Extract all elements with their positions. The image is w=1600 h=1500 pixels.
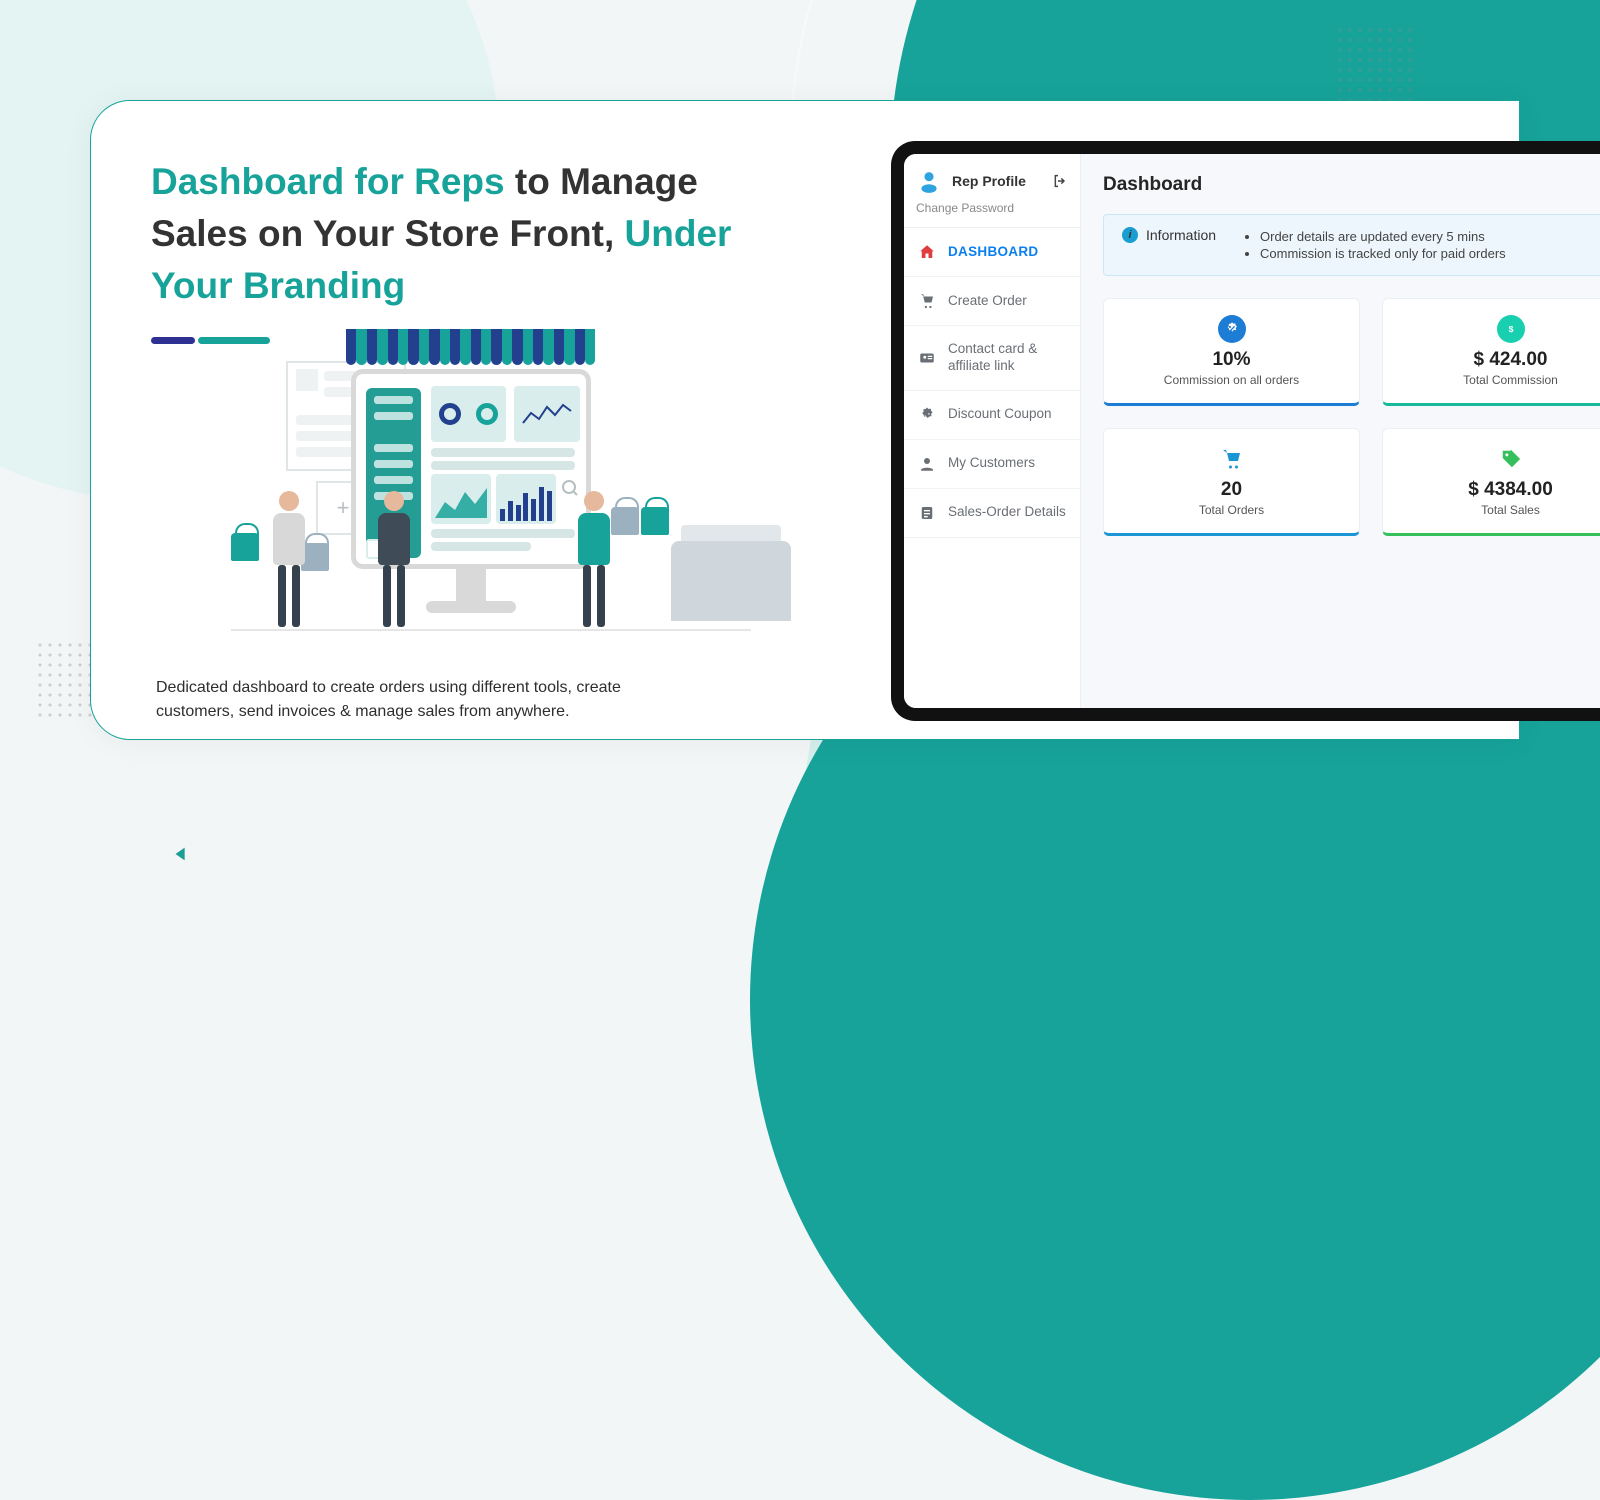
profile-header[interactable]: Rep Profile: [904, 154, 1080, 198]
nav-label: My Customers: [948, 455, 1035, 472]
nav-contact-card[interactable]: Contact card & affiliate link: [904, 326, 1080, 391]
nav-sales-order[interactable]: Sales-Order Details: [904, 489, 1080, 538]
stat-total-sales: $ 4384.00 Total Sales: [1382, 428, 1600, 536]
stat-grid: 10% Commission on all orders $ $ 424.00 …: [1103, 298, 1600, 536]
stat-value: $ 4384.00: [1393, 479, 1600, 501]
stat-commission-rate: 10% Commission on all orders: [1103, 298, 1360, 406]
page-title: Dashboard: [1103, 174, 1600, 196]
bag-icon: [231, 533, 259, 561]
cart-icon: [1218, 445, 1246, 473]
profile-label: Rep Profile: [952, 173, 1042, 189]
change-password-link[interactable]: Change Password: [904, 198, 1080, 228]
prev-arrow[interactable]: [170, 843, 192, 865]
device-frame: Rep Profile Change Password DASHBOARD Cr…: [891, 141, 1600, 721]
stat-total-commission: $ $ 424.00 Total Commission: [1382, 298, 1600, 406]
main-content: Dashboard i Information Order details ar…: [1081, 154, 1600, 708]
nav-dashboard[interactable]: DASHBOARD: [904, 228, 1080, 277]
stat-value: 10%: [1114, 349, 1349, 371]
stat-total-orders: 20 Total Orders: [1103, 428, 1360, 536]
nav-label: Discount Coupon: [948, 406, 1052, 423]
nav-label: Contact card & affiliate link: [948, 341, 1066, 375]
hero-part1: Dashboard for Reps: [151, 161, 505, 202]
nav-label: Sales-Order Details: [948, 504, 1066, 521]
info-icon: i: [1122, 227, 1138, 243]
info-banner: i Information Order details are updated …: [1103, 214, 1600, 276]
svg-text:$: $: [1508, 324, 1513, 334]
cart-icon: [918, 292, 936, 310]
person-icon: [566, 491, 622, 631]
nav-create-order[interactable]: Create Order: [904, 277, 1080, 326]
stat-label: Total Orders: [1114, 503, 1349, 517]
nav-discount[interactable]: Discount Coupon: [904, 391, 1080, 440]
discount-icon: [918, 406, 936, 424]
dollar-icon: $: [1497, 315, 1525, 343]
app-screen: Rep Profile Change Password DASHBOARD Cr…: [904, 154, 1600, 708]
content-card: Dashboard for Reps to Manage Sales on Yo…: [90, 100, 1520, 740]
avatar-icon: [916, 168, 942, 194]
stat-label: Commission on all orders: [1114, 373, 1349, 387]
hero-heading: Dashboard for Reps to Manage Sales on Yo…: [151, 156, 741, 344]
awning-icon: [346, 329, 596, 369]
person-icon: [366, 491, 422, 631]
info-list: Order details are updated every 5 mins C…: [1242, 227, 1506, 263]
list-icon: [918, 504, 936, 522]
stat-label: Total Commission: [1393, 373, 1600, 387]
stat-value: 20: [1114, 479, 1349, 501]
person-icon: [261, 491, 317, 631]
nav-customers[interactable]: My Customers: [904, 440, 1080, 489]
info-label: Information: [1146, 227, 1216, 243]
illustration: +: [231, 351, 731, 641]
nav-label: DASHBOARD: [948, 244, 1038, 261]
id-card-icon: [918, 349, 936, 367]
info-item: Commission is tracked only for paid orde…: [1260, 246, 1506, 261]
description-text: Dedicated dashboard to create orders usi…: [156, 676, 656, 724]
dot-grid: [1335, 25, 1415, 105]
logout-icon[interactable]: [1052, 173, 1068, 189]
info-item: Order details are updated every 5 mins: [1260, 229, 1506, 244]
home-icon: [918, 243, 936, 261]
counter-icon: [671, 541, 791, 621]
stat-value: $ 424.00: [1393, 349, 1600, 371]
stat-label: Total Sales: [1393, 503, 1600, 517]
nav-label: Create Order: [948, 293, 1027, 310]
sidebar: Rep Profile Change Password DASHBOARD Cr…: [904, 154, 1081, 708]
bag-icon: [641, 507, 669, 535]
tag-icon: [1497, 445, 1525, 473]
percent-icon: [1218, 315, 1246, 343]
person-icon: [918, 455, 936, 473]
